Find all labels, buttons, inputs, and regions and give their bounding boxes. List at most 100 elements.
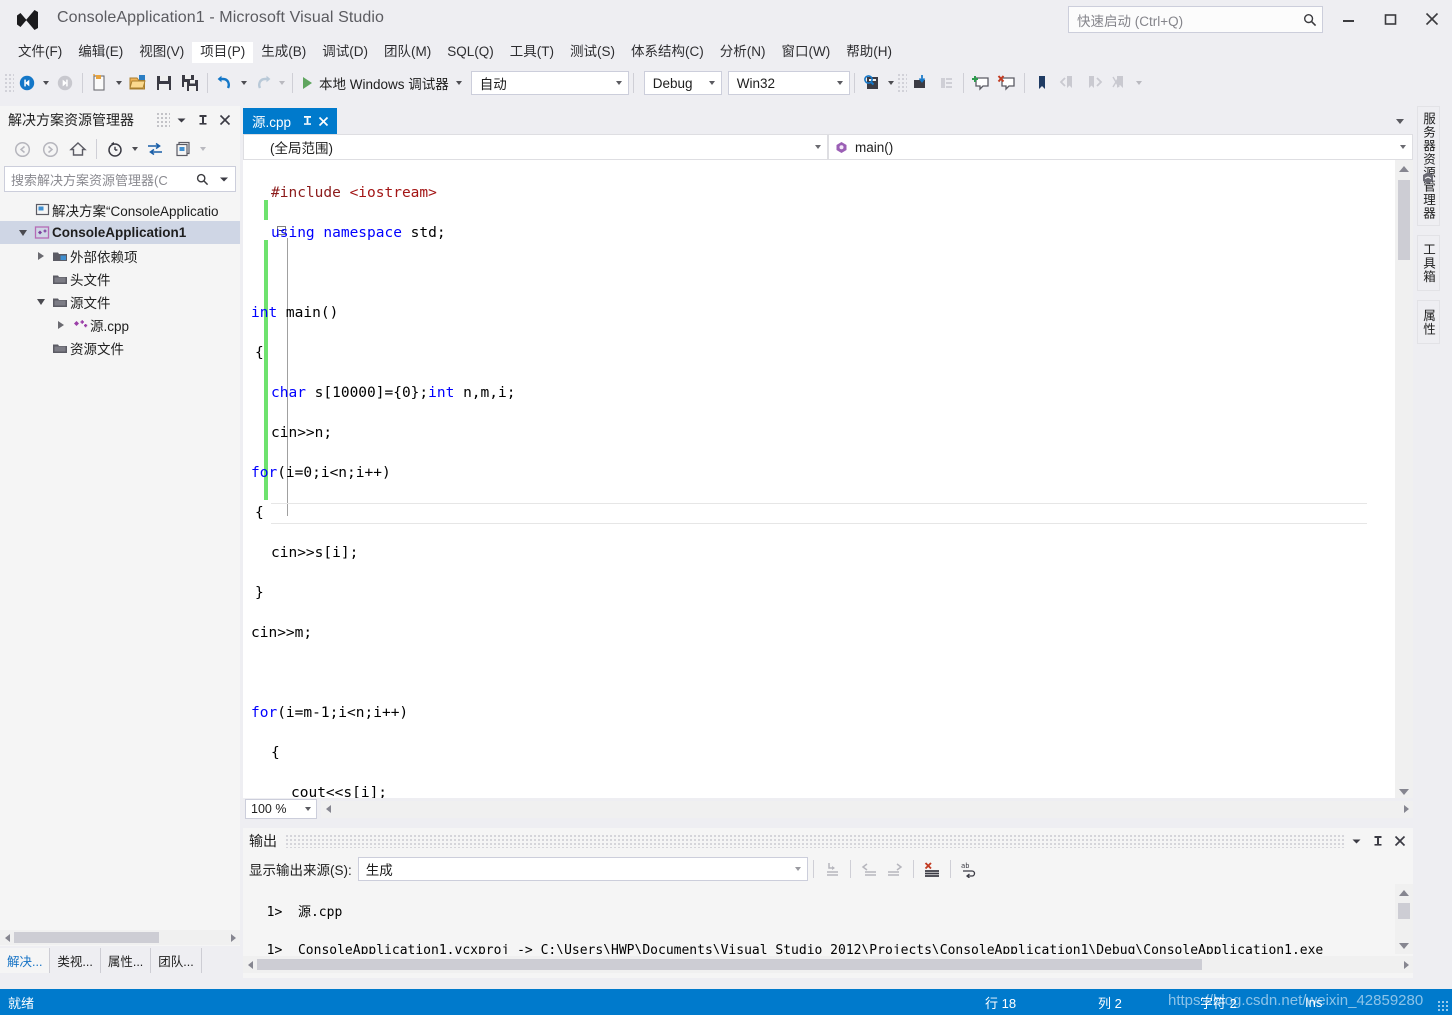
menu-item-project[interactable]: 项目(P) (192, 41, 254, 63)
tab-strip-dropdown-icon[interactable] (1393, 114, 1407, 128)
next-message-icon[interactable] (882, 857, 908, 881)
close-button[interactable] (1412, 4, 1452, 34)
save-icon[interactable] (151, 70, 177, 96)
home-icon[interactable] (64, 137, 92, 161)
dock-tab-toolbox[interactable]: 工具箱 (1417, 235, 1440, 291)
menu-item-test[interactable]: 测试(S) (562, 42, 623, 63)
previous-bookmark-icon[interactable] (1055, 70, 1081, 96)
menu-item-help[interactable]: 帮助(H) (838, 42, 900, 63)
tab-properties[interactable]: 属性... (101, 948, 152, 973)
next-bookmark-icon[interactable] (1081, 70, 1107, 96)
undo-icon[interactable] (212, 70, 238, 96)
menu-item-view[interactable]: 视图(V) (131, 42, 192, 63)
delete-comment-icon[interactable] (994, 70, 1020, 96)
solution-platform-combo[interactable]: Win32 (727, 71, 850, 95)
navigate-back-dropdown[interactable] (40, 71, 52, 95)
save-all-icon[interactable] (177, 70, 203, 96)
bookmark-icon[interactable] (1029, 70, 1055, 96)
scroll-left-arrow[interactable] (0, 931, 14, 945)
panel-drag-dots[interactable] (156, 112, 170, 128)
document-tab-source-cpp[interactable]: 源.cpp (243, 108, 338, 134)
solution-configuration-combo[interactable]: Debug (643, 71, 722, 95)
menu-item-debug[interactable]: 调试(D) (314, 42, 376, 63)
step-over-icon[interactable] (933, 70, 959, 96)
vscroll-thumb[interactable] (1398, 180, 1410, 260)
find-dropdown[interactable] (885, 71, 897, 95)
menu-item-tools[interactable]: 工具(T) (502, 42, 562, 63)
quick-launch-input[interactable]: 快速启动 (Ctrl+Q) (1068, 6, 1323, 33)
tab-team-explorer[interactable]: 团队... (151, 948, 202, 973)
tree-item-external-dependencies[interactable]: 外部依赖项 (0, 244, 240, 267)
sync-with-active-document-icon[interactable] (141, 137, 169, 161)
back-icon[interactable] (8, 137, 36, 161)
editor-vertical-scrollbar[interactable] (1395, 160, 1413, 800)
menu-item-build[interactable]: 生成(B) (253, 42, 314, 63)
menu-item-team[interactable]: 团队(M) (376, 42, 439, 63)
scroll-left-arrow[interactable] (243, 958, 257, 972)
hscroll-thumb[interactable] (14, 932, 159, 943)
zoom-level-combo[interactable]: 100 % (245, 799, 317, 819)
toolbar-overflow-icon[interactable] (197, 137, 209, 161)
toolbar-grip[interactable] (4, 73, 14, 93)
tree-item-source-files[interactable]: 源文件 (0, 290, 240, 313)
minimize-button[interactable] (1328, 4, 1368, 34)
menu-item-sql[interactable]: SQL(Q) (439, 42, 502, 63)
find-in-files-icon[interactable] (859, 70, 885, 96)
tab-class-view[interactable]: 类视... (50, 948, 101, 973)
code-text-area[interactable]: #include <iostream> using namespace std;… (243, 160, 1395, 800)
menu-item-architecture[interactable]: 体系结构(C) (623, 42, 712, 63)
output-source-combo[interactable]: 生成 (357, 857, 808, 881)
clear-bookmarks-icon[interactable] (1107, 70, 1133, 96)
chevron-down-icon[interactable] (1345, 830, 1367, 852)
jump-to-line-icon[interactable] (819, 857, 845, 881)
tree-item-project[interactable]: ConsoleApplication1 (0, 221, 240, 244)
navigate-forward-icon[interactable] (52, 70, 78, 96)
undo-dropdown[interactable] (238, 71, 250, 95)
chevron-down-icon[interactable] (213, 168, 235, 190)
tree-item-header-files[interactable]: 头文件 (0, 267, 240, 290)
scroll-left-arrow[interactable] (321, 802, 335, 816)
resize-grip[interactable] (1437, 1000, 1449, 1012)
scroll-right-arrow[interactable] (1399, 958, 1413, 972)
twisty-collapsed-icon[interactable] (52, 316, 70, 334)
dock-tab-server-explorer[interactable]: 服务器资源管理器 (1417, 106, 1440, 226)
navigate-back-icon[interactable] (14, 70, 40, 96)
step-into-icon[interactable] (907, 70, 933, 96)
output-vertical-scrollbar[interactable] (1395, 884, 1413, 954)
close-icon[interactable] (1389, 830, 1411, 852)
toggle-word-wrap-icon[interactable]: ab (956, 857, 982, 881)
scroll-right-arrow[interactable] (226, 931, 240, 945)
toolbar-overflow-icon[interactable] (1133, 71, 1145, 95)
tree-item-source-file-cpp[interactable]: 源.cpp (0, 313, 240, 336)
pin-icon[interactable] (192, 109, 214, 131)
solution-explorer-search-input[interactable]: 搜索解决方案资源管理器(C (4, 166, 236, 192)
toolbar-grip[interactable] (896, 73, 907, 93)
twisty-expanded-icon[interactable] (14, 224, 32, 242)
dock-tab-properties[interactable]: 属性 (1417, 300, 1440, 344)
vscroll-thumb[interactable] (1398, 903, 1410, 919)
pin-icon[interactable] (299, 112, 315, 130)
previous-message-icon[interactable] (856, 857, 882, 881)
menu-item-edit[interactable]: 编辑(E) (70, 42, 131, 63)
solution-explorer-hscrollbar[interactable] (0, 930, 240, 945)
pending-changes-dropdown[interactable] (129, 137, 141, 161)
start-debugging-button[interactable]: 本地 Windows 调试器 (297, 70, 453, 96)
menu-item-window[interactable]: 窗口(W) (774, 42, 839, 63)
open-file-icon[interactable] (125, 70, 151, 96)
maximize-button[interactable] (1370, 4, 1410, 34)
output-text[interactable]: 1> 源.cpp 1> ConsoleApplication1.vcxproj … (243, 884, 1395, 954)
redo-icon[interactable] (250, 70, 276, 96)
twisty-collapsed-icon[interactable] (32, 247, 50, 265)
menu-item-analyze[interactable]: 分析(N) (712, 42, 774, 63)
scroll-up-arrow[interactable] (1395, 160, 1413, 177)
tree-item-solution[interactable]: 解决方案“ConsoleApplicatio (0, 198, 240, 221)
new-project-icon[interactable] (87, 70, 113, 96)
navigation-scope-combo[interactable]: (全局范围) (243, 134, 828, 160)
twisty-expanded-icon[interactable] (32, 293, 50, 311)
scroll-up-arrow[interactable] (1395, 884, 1413, 901)
add-comment-icon[interactable] (968, 70, 994, 96)
tab-solution-explorer[interactable]: 解决... (0, 948, 51, 973)
clear-all-icon[interactable] (919, 857, 945, 881)
scroll-right-arrow[interactable] (1399, 802, 1413, 816)
tree-item-resource-files[interactable]: 资源文件 (0, 336, 240, 359)
